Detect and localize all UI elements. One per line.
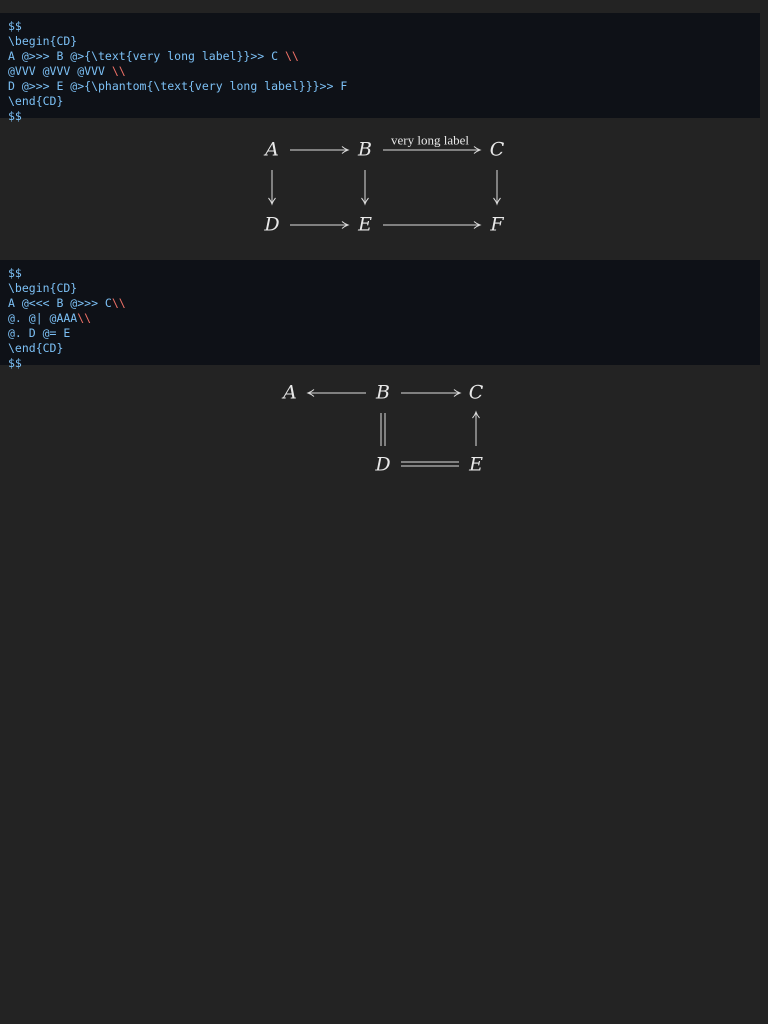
code-line: \end{CD} xyxy=(8,94,752,109)
node-e: E xyxy=(469,453,483,476)
arrowhead-b-c xyxy=(453,389,462,397)
code-token: \begin{CD} xyxy=(8,34,78,48)
node-a: A xyxy=(283,381,297,404)
code-token: A @<<< B @>>> C xyxy=(8,296,112,310)
code-escape-token: \\ xyxy=(111,296,126,310)
cd-diagram-2-arrows xyxy=(306,389,480,467)
code-escape-token: \\ xyxy=(77,311,92,325)
code-line: $$ xyxy=(8,19,752,34)
arrowhead-b-e xyxy=(361,197,369,206)
code-token: @VVV @VVV @VVV xyxy=(8,64,112,78)
node-d: D xyxy=(375,453,391,476)
code-line: $$ xyxy=(8,109,752,124)
code-token: A @>>> B @>{\text{very long label}}>> C xyxy=(8,49,285,63)
code-token: \end{CD} xyxy=(8,341,64,355)
node-b: B xyxy=(376,381,390,404)
code-line: $$ xyxy=(8,266,752,281)
node-e: E xyxy=(358,213,372,236)
code-token: $$ xyxy=(8,356,22,370)
code-line: A @>>> B @>{\text{very long label}}>> C … xyxy=(8,49,752,64)
code-token: \end{CD} xyxy=(8,94,64,108)
code-line: D @>>> E @>{\phantom{\text{very long lab… xyxy=(8,79,752,94)
cd-diagram-1: A B C D E F very long label xyxy=(0,0,768,1024)
arrowhead-b-c xyxy=(473,146,482,154)
arrowhead-a-d xyxy=(268,197,276,206)
code-token: \begin{CD} xyxy=(8,281,78,295)
code-escape-token: \\ xyxy=(111,64,126,78)
arrowhead-c-f xyxy=(493,197,501,206)
code-token: $$ xyxy=(8,109,22,123)
code-line: @. @| @AAA\\ xyxy=(8,311,752,326)
arrowhead-a-b xyxy=(341,146,350,154)
node-c: C xyxy=(489,138,505,161)
cd-diagram-1-arrows xyxy=(268,146,501,229)
node-b: B xyxy=(358,138,372,161)
code-token: @. D @= E xyxy=(8,326,71,340)
arrow-label-b-c: very long label xyxy=(391,132,469,148)
cd-diagram-2: A B C D E xyxy=(0,0,768,1024)
arrowhead-d-e xyxy=(341,221,350,229)
code-token: $$ xyxy=(8,19,22,33)
arrowhead-b-a xyxy=(306,389,315,397)
code-token: $$ xyxy=(8,266,22,280)
code-line: \end{CD} xyxy=(8,341,752,356)
node-c: C xyxy=(468,381,484,404)
code-line: \begin{CD} xyxy=(8,34,752,49)
code-line: @. D @= E xyxy=(8,326,752,341)
code-block-1: $$ \begin{CD} A @>>> B @>{\text{very long … xyxy=(0,13,760,123)
code-line: A @<<< B @>>> C\\ xyxy=(8,296,752,311)
code-escape-token: \\ xyxy=(284,49,299,63)
code-line: \begin{CD} xyxy=(8,281,752,296)
code-token: D @>>> E @>{\phantom{\text{very long lab… xyxy=(8,79,348,93)
node-f: F xyxy=(490,213,504,236)
arrowhead-e-c xyxy=(472,410,480,419)
code-block-2: $$ \begin{CD} A @<<< B @>>> C\\ @. @| @AAA\… xyxy=(0,260,760,370)
code-line: $$ xyxy=(8,356,752,371)
arrowhead-e-f xyxy=(473,221,482,229)
code-line: @VVV @VVV @VVV \\ xyxy=(8,64,752,79)
node-d: D xyxy=(264,213,280,236)
code-token: @. @| @AAA xyxy=(8,311,78,325)
node-a: A xyxy=(265,138,279,161)
